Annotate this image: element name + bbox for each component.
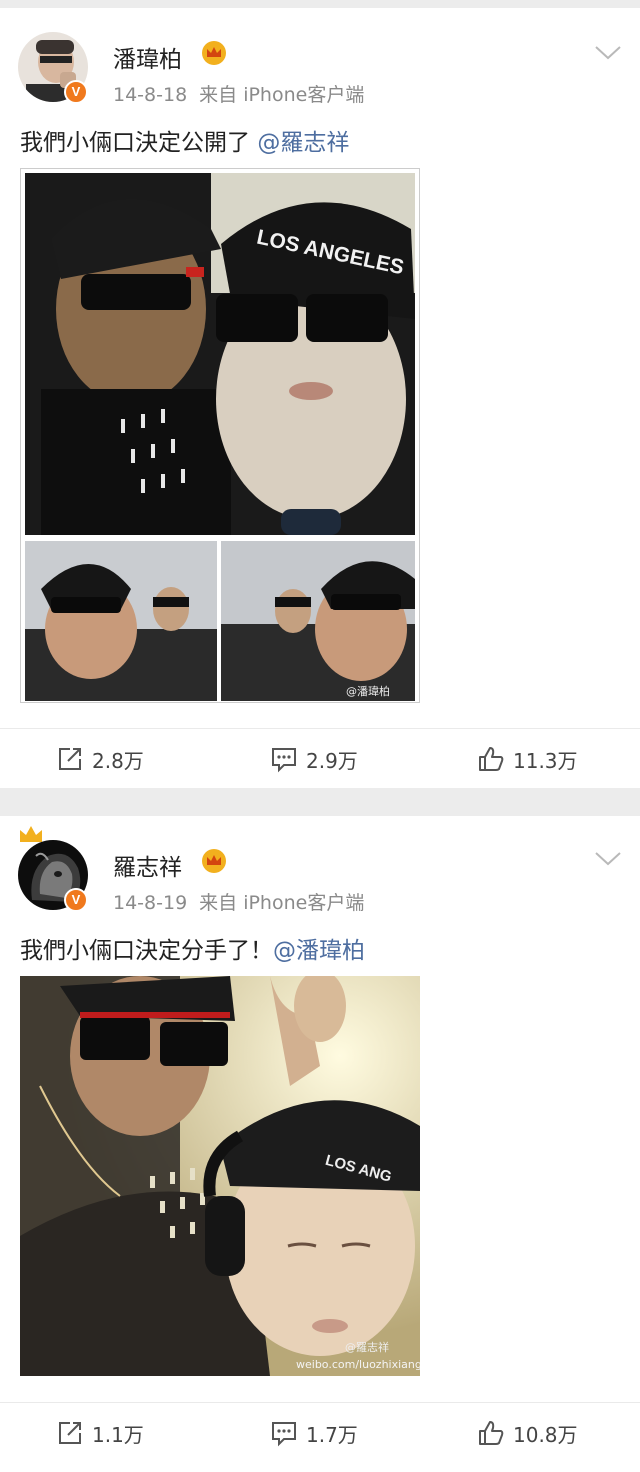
post-date: 14-8-18 [113,84,188,106]
repost-button[interactable]: 2.8万 [56,743,144,775]
repost-icon [59,1422,81,1444]
image-watermark: @羅志祥 [345,1340,389,1354]
comment-icon [272,1422,296,1447]
action-bar: 1.1万 1.7万 10.8万 [0,1402,640,1462]
crown-icon [202,41,226,65]
verified-badge-icon: V [64,80,88,104]
comment-count: 2.9万 [306,748,358,773]
post-body: 我們小倆口決定分手了！ [20,938,273,964]
post-image[interactable]: LOS ANG @羅志祥 weibo.com/luozhixiang [20,976,420,1376]
like-count: 10.8万 [513,1422,578,1447]
like-button[interactable]: 10.8万 [477,1417,578,1449]
repost-count: 1.1万 [92,1422,144,1447]
post-text: 我們小倆口決定分手了！@潘瑋柏 [20,931,365,965]
post-image[interactable]: LOS ANGELES @潘瑋柏 [20,168,420,703]
like-button[interactable]: 11.3万 [477,743,578,775]
post-meta: 14-8-19 来自 iPhone客户端 [113,888,376,915]
weibo-post: V 潘瑋柏 14-8-18 来自 iPhone客户端 我們小倆口決定公開了 @羅志… [0,8,640,788]
like-icon [479,1421,504,1445]
like-icon [479,747,504,771]
like-count: 11.3万 [513,748,578,773]
repost-count: 2.8万 [92,748,144,773]
repost-button[interactable]: 1.1万 [56,1417,144,1449]
weibo-post: V 羅志祥 14-8-19 来自 iPhone客户端 我們小倆口決定分手了！@潘瑋… [0,816,640,1472]
mention-link[interactable]: @羅志祥 [257,130,349,156]
username[interactable]: 潘瑋柏 [113,40,182,74]
post-meta: 14-8-18 来自 iPhone客户端 [113,80,376,107]
image-watermark-url: weibo.com/luozhixiang [296,1358,420,1371]
crown-icon [202,849,226,873]
comment-count: 1.7万 [306,1422,358,1447]
verified-badge-icon: V [64,888,88,912]
action-bar: 2.8万 2.9万 11.3万 [0,728,640,788]
top-divider [0,0,640,8]
comment-icon [272,748,296,773]
chevron-down-icon[interactable] [594,44,622,62]
mention-link[interactable]: @潘瑋柏 [273,938,365,964]
post-source: 来自 iPhone客户端 [199,892,365,914]
comment-button[interactable]: 1.7万 [270,1417,358,1449]
repost-icon [59,748,81,770]
post-date: 14-8-19 [113,892,188,914]
post-body: 我們小倆口決定公開了 [20,130,258,156]
username[interactable]: 羅志祥 [113,848,182,882]
comment-button[interactable]: 2.9万 [270,743,358,775]
image-watermark: @潘瑋柏 [346,684,390,698]
chevron-down-icon[interactable] [594,850,622,868]
post-text: 我們小倆口決定公開了 @羅志祥 [20,123,349,157]
post-source: 来自 iPhone客户端 [199,84,365,106]
